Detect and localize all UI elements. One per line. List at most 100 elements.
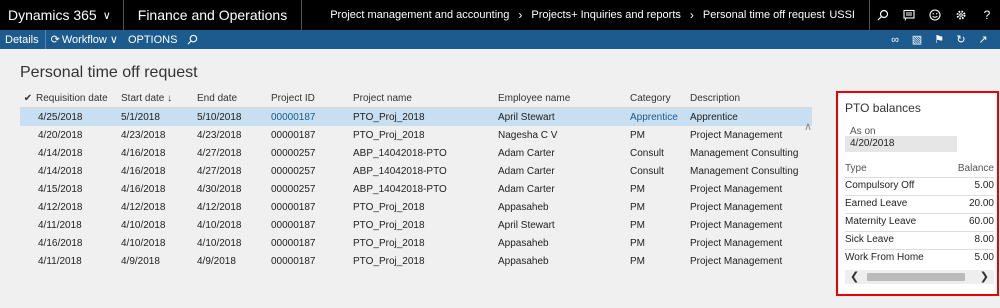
- cell-proj[interactable]: 00000187: [271, 256, 353, 267]
- column-header-start-date[interactable]: Start date ↓: [121, 93, 197, 104]
- column-header-category[interactable]: Category: [630, 93, 690, 104]
- chevron-right-icon: ›: [689, 8, 694, 22]
- cell-pname: PTO_Proj_2018: [353, 201, 425, 213]
- as-on-field[interactable]: 4/20/2018: [845, 136, 957, 152]
- cell-proj[interactable]: 00000257: [271, 166, 353, 177]
- cell-req: 4/11/2018: [38, 255, 82, 267]
- message-icon[interactable]: [896, 0, 922, 30]
- table-row[interactable]: 4/16/2018 4/10/2018 4/10/2018 00000187 PTO_P…: [20, 234, 812, 252]
- leave-balance: 5.00: [974, 180, 994, 191]
- column-header-employee-name[interactable]: Employee name: [498, 93, 630, 104]
- search-icon[interactable]: [870, 0, 896, 30]
- help-icon[interactable]: ?: [974, 0, 1000, 30]
- cell-desc: Project Management: [690, 237, 783, 249]
- options-button[interactable]: OPTIONS: [123, 30, 183, 49]
- scroll-up-icon[interactable]: ∧: [804, 120, 812, 133]
- cell-req: 4/14/2018: [38, 147, 83, 159]
- grid-header: ✔ Requisition date Start date ↓ End date…: [20, 90, 812, 108]
- breadcrumb-item-2[interactable]: Projects+ Inquiries and reports: [531, 9, 681, 21]
- horizontal-scrollbar[interactable]: ❮ ❯: [845, 270, 994, 284]
- leave-balance: 60.00: [968, 216, 994, 227]
- column-header-type[interactable]: Type: [845, 163, 867, 174]
- cell-end: 4/10/2018: [197, 237, 242, 249]
- refresh-icon[interactable]: ↻: [950, 33, 972, 46]
- scroll-right-icon[interactable]: ❯: [980, 270, 989, 284]
- breadcrumb-item-1[interactable]: Project management and accounting: [330, 9, 509, 21]
- cell-proj[interactable]: 00000187: [271, 130, 353, 141]
- table-row[interactable]: 4/12/2018 4/12/2018 4/12/2018 00000187 PTO_P…: [20, 198, 812, 216]
- cell-end: 4/30/2018: [197, 183, 242, 195]
- scroll-left-icon[interactable]: ❮: [850, 270, 859, 284]
- cell-desc: Apprentice: [690, 111, 738, 123]
- breadcrumb-item-3[interactable]: Personal time off request: [703, 9, 825, 21]
- row-divider: [845, 177, 994, 178]
- office-icon[interactable]: ▧: [906, 33, 928, 46]
- pto-balance-row[interactable]: Maternity Leave 60.00: [845, 216, 994, 227]
- row-divider: [845, 195, 994, 196]
- table-row[interactable]: 4/25/2018 5/1/2018 5/10/2018 00000187 PTO_Pr…: [20, 108, 812, 126]
- table-row[interactable]: 4/14/2018 4/16/2018 4/27/2018 00000257 ABP_1…: [20, 162, 812, 180]
- column-header-project-name[interactable]: Project name: [353, 93, 498, 104]
- table-row[interactable]: 4/11/2018 4/10/2018 4/10/2018 00000187 PTO_P…: [20, 216, 812, 234]
- cell-desc: Project Management: [690, 201, 783, 213]
- cell-end: 4/10/2018: [197, 219, 242, 231]
- column-header-project-id[interactable]: Project ID: [271, 93, 353, 104]
- cell-cat: Consult: [630, 147, 664, 159]
- table-row[interactable]: 4/11/2018 4/9/2018 4/9/2018 00000187 PTO_Pro…: [20, 252, 812, 270]
- leave-type: Maternity Leave: [845, 216, 917, 227]
- pto-balances-panel: PTO balances As on 4/20/2018 Type Balanc…: [836, 91, 999, 296]
- cell-cat: PM: [630, 183, 645, 195]
- pto-balance-row[interactable]: Work From Home 5.00: [845, 252, 994, 263]
- cell-emp: Nagesha C V: [498, 129, 558, 141]
- smiley-icon[interactable]: [922, 0, 948, 30]
- cell-start: 4/9/2018: [121, 255, 160, 267]
- column-header-end-date[interactable]: End date: [197, 93, 271, 104]
- select-all-checkbox[interactable]: ✔: [20, 93, 36, 104]
- pto-balance-row[interactable]: Sick Leave 8.00: [845, 234, 994, 245]
- cell-end: 4/9/2018: [197, 255, 236, 267]
- connect-icon[interactable]: ∞: [884, 34, 906, 46]
- cell-cat[interactable]: Apprentice: [630, 112, 690, 123]
- cell-proj[interactable]: 00000187: [271, 112, 353, 123]
- column-header-balance[interactable]: Balance: [958, 163, 994, 174]
- column-header-requisition-date[interactable]: Requisition date: [36, 93, 121, 104]
- cell-end: 4/23/2018: [197, 129, 242, 141]
- leave-type: Sick Leave: [845, 234, 894, 245]
- table-row[interactable]: 4/15/2018 4/16/2018 4/30/2018 00000257 ABP_1…: [20, 180, 812, 198]
- scrollbar-thumb[interactable]: [867, 273, 965, 281]
- open-new-window-icon[interactable]: ↗: [972, 33, 994, 46]
- table-row[interactable]: 4/20/2018 4/23/2018 4/23/2018 00000187 PTO_P…: [20, 126, 812, 144]
- action-pane: Details ⟳ Workflow ∨ OPTIONS ∞ ▧ ⚑ ↻ ↗: [0, 30, 1000, 49]
- table-row[interactable]: 4/14/2018 4/16/2018 4/27/2018 00000257 ABP_1…: [20, 144, 812, 162]
- cell-cat: PM: [630, 201, 645, 213]
- column-header-description[interactable]: Description: [690, 93, 798, 104]
- cell-end: 5/10/2018: [197, 111, 242, 123]
- leave-type: Earned Leave: [845, 198, 908, 209]
- pto-balance-row[interactable]: Compulsory Off 5.00: [845, 180, 994, 191]
- cell-pname: PTO_Proj_2018: [353, 129, 425, 141]
- search-icon[interactable]: [182, 30, 203, 49]
- cell-proj[interactable]: 00000257: [271, 184, 353, 195]
- notifications-icon[interactable]: ⚑: [928, 33, 950, 46]
- cell-proj[interactable]: 00000187: [271, 220, 353, 231]
- cell-proj[interactable]: 00000187: [271, 202, 353, 213]
- app-launcher[interactable]: Dynamics 365 ∨: [0, 0, 124, 30]
- cell-req: 4/25/2018: [38, 111, 83, 123]
- gear-icon[interactable]: [948, 0, 974, 30]
- pto-balance-row[interactable]: Earned Leave 20.00: [845, 198, 994, 209]
- leave-type: Work From Home: [845, 252, 924, 263]
- cell-start: 4/10/2018: [121, 237, 166, 249]
- cell-proj[interactable]: 00000257: [271, 148, 353, 159]
- cell-cat: PM: [630, 219, 645, 231]
- details-button[interactable]: Details: [0, 30, 46, 49]
- brand-name: Dynamics 365: [8, 7, 97, 23]
- cell-req: 4/12/2018: [38, 201, 83, 213]
- company-picker[interactable]: USSI: [819, 0, 870, 30]
- breadcrumb: Project management and accounting › Proj…: [302, 8, 825, 22]
- workflow-button[interactable]: ⟳ Workflow ∨: [46, 30, 123, 49]
- cell-start: 4/12/2018: [121, 201, 166, 213]
- cell-req: 4/11/2018: [38, 219, 82, 231]
- cell-desc: Project Management: [690, 219, 783, 231]
- cell-proj[interactable]: 00000187: [271, 238, 353, 249]
- module-name[interactable]: Finance and Operations: [124, 0, 303, 30]
